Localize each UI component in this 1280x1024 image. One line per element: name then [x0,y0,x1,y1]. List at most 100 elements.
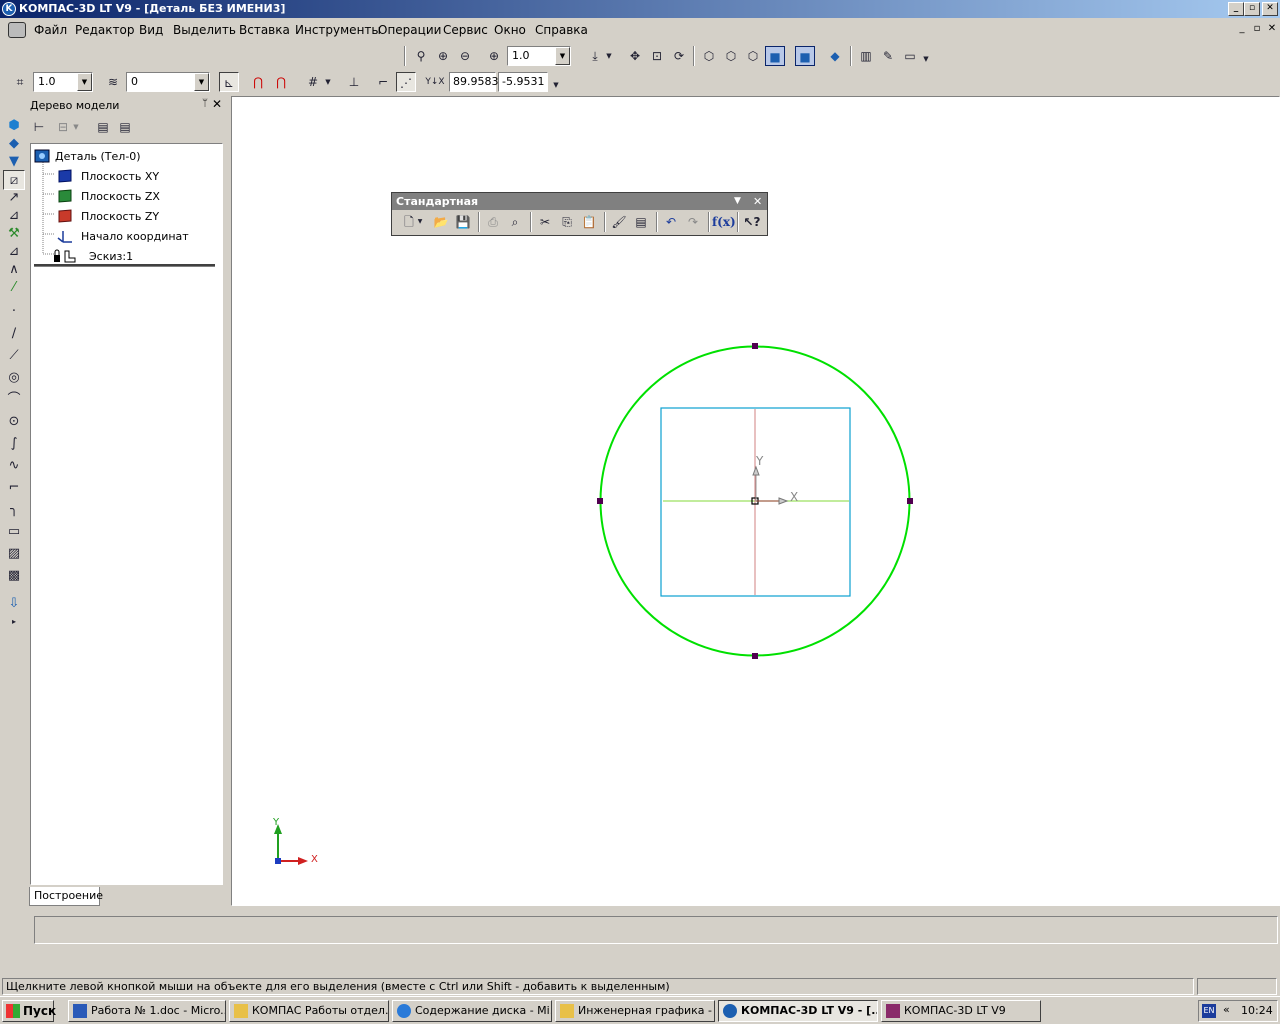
print-preview-icon[interactable]: ▭ [900,46,920,66]
chevron-down-icon[interactable]: ▼ [555,47,570,65]
layer-combo[interactable]: 0 ▼ [126,72,210,92]
parametrization-icon[interactable]: ⊿ [3,242,25,262]
print-icon[interactable]: ⎙ [483,212,503,232]
standard-toolbar[interactable]: Стандартная ▼ ✕ 🗋 ▼ 📂 💾 ⎙ ⌕ ✂ ⎘ 📋 🖌 ▤ ↶ … [391,192,768,236]
chevron-down-icon[interactable]: ▼ [77,73,92,91]
menu-tools[interactable]: Инструменты [295,23,381,37]
layers-icon[interactable]: ≋ [103,72,123,92]
tree-item-plane-zx[interactable]: Плоскость ZX [81,190,160,203]
menu-file[interactable]: Файл [34,23,67,37]
close-icon[interactable]: ✕ [212,97,222,111]
local-snap-icon[interactable]: ⋂ [271,72,291,92]
chevron-down-icon[interactable]: ▼ [603,46,615,66]
menu-select[interactable]: Выделить [173,23,236,37]
tree-filter-icon[interactable]: ▤ [115,117,135,137]
tree-item-origin[interactable]: Начало координат [81,230,189,243]
filter-icon[interactable]: ▼ [3,152,25,172]
rotate-icon[interactable]: ⟳ [669,46,689,66]
task-ie[interactable]: Содержание диска - Mi... [392,1000,552,1022]
orientation-icon[interactable]: ⤓ [585,46,605,66]
preview-icon[interactable]: ⌕ [505,212,525,232]
wireframe-icon[interactable]: ⬡ [699,46,719,66]
hidden-thin-icon[interactable]: ⬡ [743,46,763,66]
minimize-button[interactable]: _ [1228,2,1244,16]
redo-icon[interactable]: ↷ [683,212,703,232]
arc-icon[interactable]: ⌒ [3,390,25,410]
shaded-icon[interactable]: ■ [765,46,785,66]
menu-editor[interactable]: Редактор [75,23,134,37]
open-icon[interactable]: 📂 [431,212,451,232]
close-button[interactable]: ✕ [1262,2,1278,16]
variables-icon[interactable]: ⁄ [3,278,25,298]
toolbar-options-icon[interactable]: ▼ [551,75,561,95]
menu-help[interactable]: Справка [535,23,588,37]
menu-window[interactable]: Окно [494,23,526,37]
project-icon[interactable]: ⇩ [3,594,25,614]
pin-icon[interactable]: ᛘ [202,98,208,109]
grid-icon[interactable]: # [303,72,323,92]
polyline-icon[interactable]: ∿ [3,456,25,476]
mdi-restore-button[interactable]: ▫ [1251,23,1263,34]
variables-fx-button[interactable]: f(x) [712,212,736,232]
measure-icon[interactable]: ✎ [878,46,898,66]
chevron-down-icon[interactable]: ▼ [734,193,741,210]
start-button[interactable]: Пуск [2,1000,56,1022]
segment-icon[interactable]: ⟋ [3,346,25,366]
ellipse-icon[interactable]: ⊙ [3,412,25,432]
maximize-button[interactable]: ▫ [1244,2,1260,16]
hidden-lines-icon[interactable]: ⬡ [721,46,741,66]
copy-icon[interactable]: ⎘ [557,212,577,232]
section-icon[interactable]: ▥ [856,46,876,66]
copy-properties-icon[interactable]: 🖌 [609,212,629,232]
editing-ops-icon[interactable]: ⬢ [3,116,25,136]
chevron-right-icon[interactable]: ▸ [3,612,25,632]
tree-item-part[interactable]: Деталь (Тел-0) [55,150,141,163]
rectangle-icon[interactable]: ▭ [3,522,25,542]
toolbar-options-icon[interactable]: ▼ [921,49,931,69]
language-indicator[interactable]: EN [1202,1004,1216,1018]
y-coordinate-field[interactable]: -5.9531 [498,72,548,92]
ortho-icon[interactable]: ⌐ [373,72,393,92]
spline-icon[interactable]: ∫ [3,434,25,454]
tree-view-icon[interactable]: ⊟ [53,117,73,137]
menu-view[interactable]: Вид [139,23,163,37]
chevron-down-icon[interactable]: ▼ [322,72,334,92]
tree-structure-icon[interactable]: ⊢ [29,117,49,137]
mdi-minimize-button[interactable]: _ [1236,23,1248,34]
tab-construction[interactable]: Построение [29,887,103,906]
hatch-icon[interactable]: ▨ [3,544,25,564]
point-icon[interactable]: · [3,302,25,322]
menu-operations[interactable]: Операции [378,23,441,37]
parametric-icon[interactable]: ⋰ [396,72,416,92]
chevron-down-icon[interactable]: ▼ [194,73,209,91]
step-combo[interactable]: 1.0 ▼ [33,72,93,92]
aux-geometry-icon[interactable]: ◆ [3,134,25,154]
close-icon[interactable]: ✕ [753,193,762,210]
snap-magnet-icon[interactable]: ⋂ [248,72,268,92]
context-help-icon[interactable]: ↖? [742,212,762,232]
tree-item-plane-xy[interactable]: Плоскость XY [81,170,159,183]
tree-item-plane-zy[interactable]: Плоскость ZY [81,210,159,223]
cut-icon[interactable]: ✂ [535,212,555,232]
measure-angle-icon[interactable]: ∧ [3,260,25,280]
tree-item-sketch[interactable]: Эскиз:1 [89,250,133,263]
pan-icon[interactable]: ✥ [625,46,645,66]
undo-icon[interactable]: ↶ [661,212,681,232]
fill-icon[interactable]: ▩ [3,566,25,586]
task-kompas-active[interactable]: КОМПАС-3D LT V9 - [... [718,1000,878,1022]
save-icon[interactable]: 💾 [453,212,473,232]
chevron-down-icon[interactable]: ▼ [416,212,424,232]
circle-icon[interactable]: ◎ [3,368,25,388]
zoom-window-icon[interactable]: ⚲ [411,46,431,66]
chart-icon[interactable]: ⊿ [3,206,25,226]
tray-expand-icon[interactable]: « [1223,1003,1230,1016]
drag-separator[interactable] [34,264,215,267]
task-folder-kompas[interactable]: КОМПАС Работы отдел... [229,1000,389,1022]
aux-line-icon[interactable]: ∕ [3,324,25,344]
hammer-icon[interactable]: ⚒ [3,224,25,244]
grid-step-icon[interactable]: ⌗ [10,72,30,92]
task-word[interactable]: Работа № 1.doc - Micro... [68,1000,226,1022]
document-menu-icon[interactable] [8,22,26,38]
show-all-icon[interactable]: ⊡ [647,46,667,66]
geometry-icon[interactable]: ⧄ [3,170,25,190]
